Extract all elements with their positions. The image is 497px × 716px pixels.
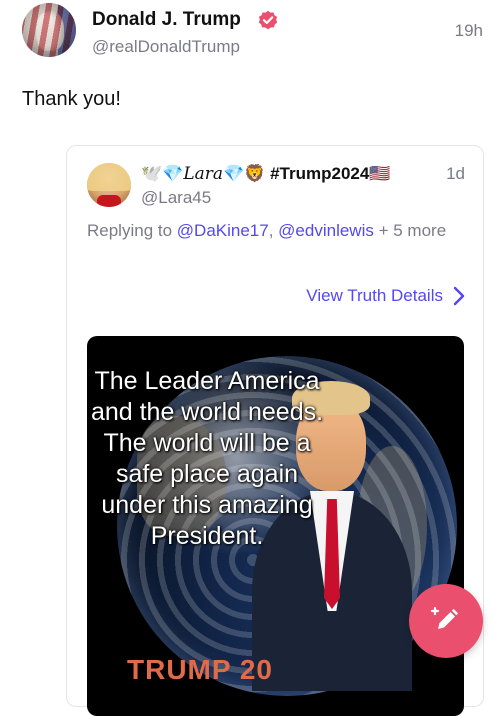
- quote-timestamp: 1d: [446, 164, 465, 183]
- quote-author-avatar[interactable]: [87, 163, 131, 207]
- quote-name-script: Lara: [183, 164, 224, 184]
- quote-author-handle[interactable]: @Lara45: [141, 188, 211, 208]
- image-brand-text: TRUMP 20: [127, 654, 273, 685]
- mention-link-edvinlewis[interactable]: @edvinlewis: [278, 221, 374, 240]
- replying-more[interactable]: + 5 more: [374, 221, 447, 240]
- compose-pen-icon: [430, 606, 459, 629]
- author-avatar[interactable]: [22, 3, 76, 57]
- view-details-label: View Truth Details: [306, 286, 443, 305]
- replying-prefix: Replying to: [87, 221, 177, 240]
- mention-separator: ,: [268, 221, 279, 240]
- view-truth-details-link[interactable]: View Truth Details: [306, 286, 465, 306]
- replying-to-line: Replying to @DaKine17, @edvinlewis + 5 m…: [87, 220, 457, 241]
- quote-author-name[interactable]: 🕊️💎Lara💎🦁 #Trump2024🇺🇸: [141, 164, 390, 184]
- author-handle[interactable]: @realDonaldTrump: [92, 37, 240, 57]
- image-overlay-text: The Leader America and the world needs. …: [90, 367, 324, 550]
- avatar-hair: [87, 163, 131, 191]
- author-name[interactable]: Donald J. Trump: [92, 9, 241, 31]
- post-body-text: Thank you!: [22, 88, 121, 110]
- quote-name-prefix: 🕊️💎: [141, 164, 184, 183]
- compose-button[interactable]: [409, 584, 483, 658]
- quote-name-suffix: 💎🦁 #Trump2024🇺🇸: [223, 164, 391, 183]
- mention-link-dakine17[interactable]: @DaKine17: [177, 221, 269, 240]
- quoted-post-image[interactable]: The Leader America and the world needs. …: [87, 336, 464, 716]
- post-timestamp: 19h: [454, 21, 483, 40]
- avatar-dress: [97, 195, 121, 207]
- verified-badge-icon: [258, 10, 278, 30]
- avatar-flag-stripes: [22, 3, 76, 57]
- chevron-right-icon: [453, 286, 465, 306]
